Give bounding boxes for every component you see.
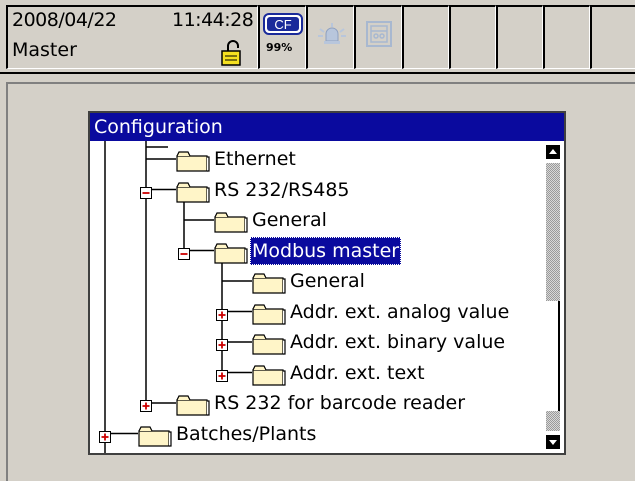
tree-item-label: RS 232/RS485 (214, 178, 350, 201)
tree-item[interactable]: Addr. ext. text (90, 359, 542, 387)
empty-status-slot (496, 5, 543, 69)
folder-icon (252, 364, 286, 390)
tree-item-label: Addr. ext. binary value (290, 331, 506, 353)
folder-icon (176, 394, 210, 420)
folder-icon (252, 303, 286, 329)
folder-icon (214, 211, 248, 237)
tree-item[interactable]: RS 232 for barcode reader (90, 389, 542, 417)
cf-card-button[interactable]: CF 99% (258, 5, 306, 69)
alarm-button[interactable] (306, 5, 354, 69)
padlock-open-icon[interactable] (218, 39, 246, 71)
scroll-down-button[interactable] (546, 435, 560, 449)
empty-status-slot (449, 5, 496, 69)
collapse-minus-icon[interactable] (140, 184, 152, 203)
tree-item-label: Addr. ext. analog value (290, 300, 510, 323)
tree-item[interactable]: Modbus master (90, 236, 542, 268)
scrollbar-thumb[interactable] (546, 301, 560, 411)
tree-item-label: Addr. ext. text (290, 361, 425, 384)
scroll-up-button[interactable] (546, 145, 560, 159)
tree-item[interactable]: Addr. ext. binary value (90, 328, 542, 356)
compact-flash-icon: CF (263, 13, 303, 39)
batch-button[interactable] (354, 5, 402, 69)
expand-plus-icon[interactable] (140, 397, 152, 416)
tree-item-label: Modbus master (250, 236, 402, 265)
expand-plus-icon[interactable] (99, 428, 111, 447)
empty-status-slot (590, 5, 635, 69)
tree-item-label: RS 232 for barcode reader (214, 392, 466, 414)
expand-plus-icon[interactable] (216, 336, 228, 355)
tree-item[interactable]: Ethernet (90, 145, 542, 173)
collapse-minus-icon[interactable] (178, 245, 190, 264)
configuration-window: Configuration Ethernet RS 232/RS485 Genera… (88, 111, 566, 455)
configuration-tree: Ethernet RS 232/RS485 General Modbus master… (90, 141, 542, 453)
status-info-panel: 2008/04/22 11:44:28 Master (6, 5, 258, 69)
folder-icon (214, 242, 248, 268)
empty-status-slot (543, 5, 590, 69)
status-time: 11:44:28 (172, 9, 254, 31)
folder-icon (252, 272, 286, 298)
tree-item-label: Ethernet (214, 148, 296, 170)
tree-item[interactable]: General (90, 267, 542, 295)
configuration-title: Configuration (90, 113, 564, 141)
folder-icon (176, 181, 210, 207)
expand-plus-icon[interactable] (216, 367, 228, 386)
empty-status-slot (402, 5, 449, 69)
status-user: Master (12, 39, 77, 61)
tree-item[interactable]: Batches/Plants (90, 420, 542, 448)
cf-percent: 99% (266, 41, 293, 54)
svg-text:CF: CF (274, 17, 291, 32)
folder-icon (176, 150, 210, 176)
status-date: 2008/04/22 (12, 9, 117, 31)
tree-item[interactable]: RS 232/RS485 (90, 176, 542, 204)
tree-item-label: General (290, 270, 365, 292)
alarm-bell-icon (316, 19, 348, 55)
folder-icon (252, 333, 286, 359)
batch-report-icon (364, 19, 394, 53)
folder-icon (138, 425, 172, 451)
expand-plus-icon[interactable] (216, 306, 228, 325)
tree-item[interactable]: Addr. ext. analog value (90, 298, 542, 326)
tree-item-label: General (252, 209, 327, 231)
status-bar: 2008/04/22 11:44:28 Master CF 99% (0, 0, 635, 74)
tree-item-label: Batches/Plants (176, 422, 317, 445)
tree-item[interactable]: General (90, 206, 542, 234)
vertical-scrollbar[interactable] (542, 141, 564, 453)
